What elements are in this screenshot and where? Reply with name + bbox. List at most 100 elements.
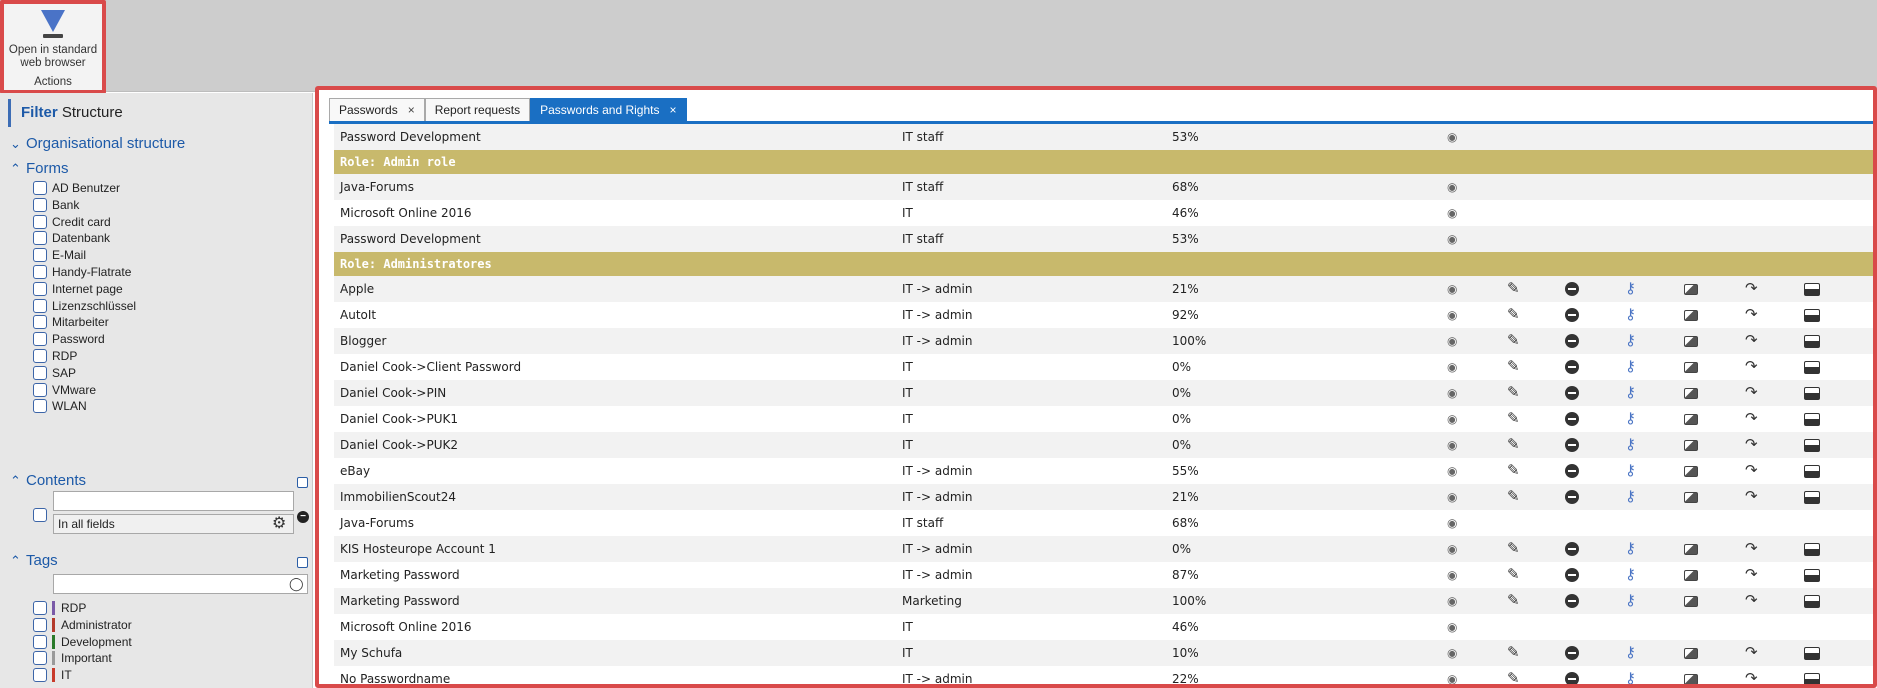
move-icon[interactable]: ↷: [1745, 666, 1758, 684]
key-icon[interactable]: ⚷: [1625, 458, 1636, 484]
minus-circle-icon[interactable]: [1565, 672, 1579, 684]
pencil-icon[interactable]: ✎: [1507, 458, 1520, 484]
key-icon[interactable]: ⚷: [1625, 302, 1636, 328]
pencil-icon[interactable]: ✎: [1507, 536, 1520, 562]
form-filter-item[interactable]: Internet page: [33, 280, 123, 298]
form-filter-item[interactable]: WLAN: [33, 397, 87, 415]
remove-filter-icon[interactable]: −: [297, 511, 309, 523]
move-icon[interactable]: ↷: [1745, 380, 1758, 406]
contents-field-select[interactable]: In all fields: [53, 514, 294, 534]
pencil-icon[interactable]: ✎: [1507, 588, 1520, 614]
form-filter-item[interactable]: Credit card: [33, 213, 111, 231]
minus-circle-icon[interactable]: [1565, 464, 1579, 478]
pencil-icon[interactable]: ✎: [1507, 276, 1520, 302]
checkbox[interactable]: [33, 298, 47, 313]
key-icon[interactable]: ⚷: [1625, 484, 1636, 510]
pencil-icon[interactable]: ✎: [1507, 562, 1520, 588]
key-icon[interactable]: ⚷: [1625, 666, 1636, 684]
tab-report-requests[interactable]: Report requests: [424, 98, 531, 121]
gear-icon[interactable]: ⚙: [272, 515, 286, 533]
move-icon[interactable]: ↷: [1745, 484, 1758, 510]
checkbox[interactable]: [33, 231, 47, 246]
key-icon[interactable]: ⚷: [1625, 432, 1636, 458]
eye-icon[interactable]: ◉: [1447, 226, 1457, 252]
contents-checkbox[interactable]: [33, 508, 47, 522]
table-row[interactable]: No Passwordname IT -> admin 22% ◉ ✎ ⚷ ↷: [334, 666, 1873, 684]
minus-circle-icon[interactable]: [1565, 412, 1579, 426]
image-icon[interactable]: [1684, 440, 1698, 451]
open-in-browser-button[interactable]: Open in standard web browser Actions: [0, 0, 106, 94]
table-row[interactable]: Marketing Password Marketing 100% ◉ ✎ ⚷ ↷: [334, 588, 1873, 614]
printer-icon[interactable]: [1804, 647, 1820, 660]
checkbox[interactable]: [33, 668, 47, 683]
image-icon[interactable]: [1684, 284, 1698, 295]
printer-icon[interactable]: [1804, 543, 1820, 556]
tab-passwords-and-rights[interactable]: Passwords and Rights ×: [530, 98, 687, 121]
move-icon[interactable]: ↷: [1745, 328, 1758, 354]
section-tags[interactable]: ⌃ Tags: [10, 552, 58, 569]
checkbox[interactable]: [33, 265, 47, 279]
table-row[interactable]: Microsoft Online 2016 IT 46% ◉: [334, 200, 1873, 226]
printer-icon[interactable]: [1804, 413, 1820, 426]
move-icon[interactable]: ↷: [1745, 640, 1758, 666]
eye-icon[interactable]: ◉: [1447, 588, 1457, 614]
minus-circle-icon[interactable]: [1565, 542, 1579, 556]
form-filter-item[interactable]: AD Benutzer: [33, 179, 120, 197]
key-icon[interactable]: ⚷: [1625, 406, 1636, 432]
pencil-icon[interactable]: ✎: [1507, 432, 1520, 458]
checkbox[interactable]: [33, 399, 47, 414]
image-icon[interactable]: [1684, 414, 1698, 425]
checkbox[interactable]: [33, 248, 47, 263]
table-row[interactable]: Daniel Cook->Client Password IT 0% ◉ ✎ ⚷ ↷: [334, 354, 1873, 380]
tab-passwords[interactable]: Passwords ×: [329, 98, 425, 121]
printer-icon[interactable]: [1804, 361, 1820, 374]
table-row[interactable]: Microsoft Online 2016 IT 46% ◉: [334, 614, 1873, 640]
eye-icon[interactable]: ◉: [1447, 174, 1457, 200]
key-icon[interactable]: ⚷: [1625, 276, 1636, 302]
printer-icon[interactable]: [1804, 673, 1820, 684]
minus-circle-icon[interactable]: [1565, 490, 1579, 504]
tag-filter-item[interactable]: IT: [33, 666, 72, 684]
move-icon[interactable]: ↷: [1745, 302, 1758, 328]
close-icon[interactable]: ×: [408, 99, 415, 121]
image-icon[interactable]: [1684, 570, 1698, 581]
minus-circle-icon[interactable]: [1565, 386, 1579, 400]
minus-circle-icon[interactable]: [1565, 334, 1579, 348]
contents-search-input[interactable]: [53, 491, 294, 511]
move-icon[interactable]: ↷: [1745, 536, 1758, 562]
table-row[interactable]: Daniel Cook->PUK2 IT 0% ◉ ✎ ⚷ ↷: [334, 432, 1873, 458]
table-row[interactable]: My Schufa IT 10% ◉ ✎ ⚷ ↷: [334, 640, 1873, 666]
table-row[interactable]: ImmobilienScout24 IT -> admin 21% ◉ ✎ ⚷ ↷: [334, 484, 1873, 510]
printer-icon[interactable]: [1804, 309, 1820, 322]
contents-section-checkbox[interactable]: [297, 477, 308, 488]
printer-icon[interactable]: [1804, 491, 1820, 504]
key-icon[interactable]: ⚷: [1625, 640, 1636, 666]
eye-icon[interactable]: ◉: [1447, 458, 1457, 484]
filter-tab[interactable]: Filter: [21, 104, 58, 121]
eye-icon[interactable]: ◉: [1447, 354, 1457, 380]
pencil-icon[interactable]: ✎: [1507, 666, 1520, 684]
table-row[interactable]: KIS Hosteurope Account 1 IT -> admin 0% ◉ ✎ ⚷…: [334, 536, 1873, 562]
minus-circle-icon[interactable]: [1565, 282, 1579, 296]
eye-icon[interactable]: ◉: [1447, 640, 1457, 666]
eye-icon[interactable]: ◉: [1447, 276, 1457, 302]
checkbox[interactable]: [33, 349, 47, 363]
role-group-row[interactable]: Role: Administratores: [334, 252, 1873, 276]
printer-icon[interactable]: [1804, 595, 1820, 608]
checkbox[interactable]: [33, 197, 47, 212]
table-row[interactable]: Apple IT -> admin 21% ◉ ✎ ⚷ ↷: [334, 276, 1873, 302]
key-icon[interactable]: ⚷: [1625, 562, 1636, 588]
eye-icon[interactable]: ◉: [1447, 666, 1457, 684]
image-icon[interactable]: [1684, 310, 1698, 321]
table-row[interactable]: AutoIt IT -> admin 92% ◉ ✎ ⚷ ↷: [334, 302, 1873, 328]
pencil-icon[interactable]: ✎: [1507, 354, 1520, 380]
tag-filter-item[interactable]: Development: [33, 633, 132, 651]
table-row[interactable]: Blogger IT -> admin 100% ◉ ✎ ⚷ ↷: [334, 328, 1873, 354]
move-icon[interactable]: ↷: [1745, 276, 1758, 302]
table-row[interactable]: eBay IT -> admin 55% ◉ ✎ ⚷ ↷: [334, 458, 1873, 484]
form-filter-item[interactable]: Password: [33, 330, 105, 348]
checkbox[interactable]: [33, 617, 47, 632]
table-row[interactable]: Marketing Password IT -> admin 87% ◉ ✎ ⚷ ↷: [334, 562, 1873, 588]
tag-filter-item[interactable]: RDP: [33, 599, 86, 617]
form-filter-item[interactable]: E-Mail: [33, 246, 86, 264]
